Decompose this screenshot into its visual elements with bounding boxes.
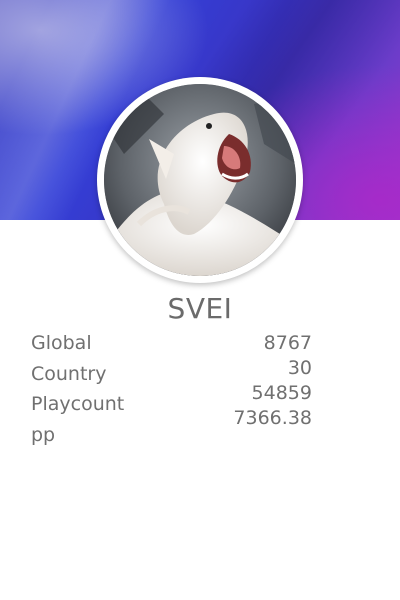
avatar[interactable] — [104, 84, 296, 276]
cat-avatar-icon — [104, 84, 296, 276]
stat-value-pp: 7366.38 — [233, 407, 312, 429]
stat-label-global: Global — [31, 332, 92, 354]
stat-value-country: 30 — [287, 357, 312, 379]
stat-value-global: 8767 — [263, 332, 312, 354]
stat-value-playcount: 54859 — [251, 382, 312, 404]
username: SVEI — [167, 292, 233, 325]
stat-label-country: Country — [31, 363, 107, 385]
stat-label-pp: pp — [31, 424, 56, 446]
stat-label-playcount: Playcount — [31, 393, 125, 415]
